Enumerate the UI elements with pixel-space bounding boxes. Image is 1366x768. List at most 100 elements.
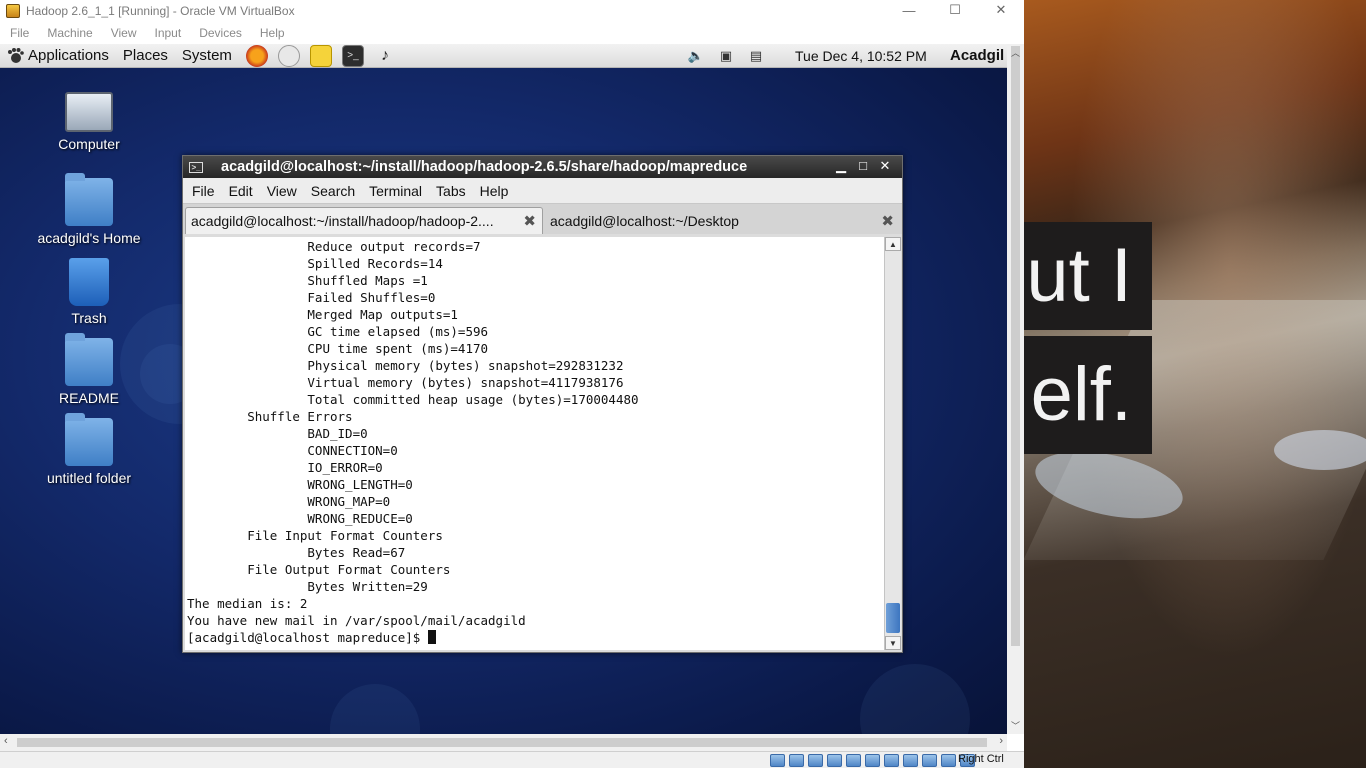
notes-icon[interactable] bbox=[309, 44, 332, 67]
vertical-scroll-thumb[interactable] bbox=[1011, 46, 1020, 646]
network-adapter-icon[interactable] bbox=[827, 754, 842, 767]
virtualbox-titlebar: Hadoop 2.6_1_1 [Running] - Oracle VM Vir… bbox=[0, 0, 1024, 22]
display-icon[interactable] bbox=[884, 754, 899, 767]
virtualbox-statusbar: Right Ctrl bbox=[0, 751, 1024, 768]
scroll-down-arrow[interactable]: ▼ bbox=[885, 636, 901, 650]
tab-close-icon[interactable]: ✖ bbox=[881, 212, 894, 230]
terminal-output-line: Bytes Written=29 bbox=[187, 579, 428, 594]
terminal-output-line: IO_ERROR=0 bbox=[187, 460, 383, 475]
terminal-output-line: Physical memory (bytes) snapshot=2928312… bbox=[187, 358, 624, 373]
wallpaper-quote-line-1: ut I bbox=[1024, 222, 1152, 330]
virtualbox-window: Hadoop 2.6_1_1 [Running] - Oracle VM Vir… bbox=[0, 0, 1024, 768]
terminal-output-line: File Input Format Counters bbox=[187, 528, 443, 543]
term-menu-edit[interactable]: Edit bbox=[229, 183, 253, 199]
system-menu[interactable]: System bbox=[182, 47, 232, 64]
status-device-icons bbox=[770, 754, 979, 767]
tab-close-icon[interactable]: ✖ bbox=[523, 212, 536, 230]
scroll-right-icon[interactable]: › bbox=[999, 735, 1003, 747]
prompt-line: [acadgild@localhost mapreduce]$ bbox=[185, 629, 884, 646]
optical-drive-icon[interactable] bbox=[789, 754, 804, 767]
virtualbox-horizontal-scrollbar[interactable]: ‹ › bbox=[0, 734, 1007, 751]
term-menu-help[interactable]: Help bbox=[480, 183, 509, 199]
terminal-minimize-button[interactable]: ▁ bbox=[830, 158, 852, 174]
terminal-menubar: File Edit View Search Terminal Tabs Help bbox=[183, 178, 902, 204]
network-icon[interactable]: ▣ bbox=[716, 46, 736, 66]
terminal-output-line: GC time elapsed (ms)=596 bbox=[187, 324, 489, 339]
terminal-output-line: File Output Format Counters bbox=[187, 562, 451, 577]
terminal-output-line: WRONG_MAP=0 bbox=[187, 494, 391, 509]
tab-mapreduce[interactable]: acadgild@localhost:~/install/hadoop/hado… bbox=[185, 207, 543, 234]
terminal-maximize-button[interactable]: □ bbox=[852, 158, 874, 174]
panel-clock[interactable]: Tue Dec 4, 10:52 PM bbox=[795, 48, 927, 64]
scroll-down-icon[interactable]: ﹀ bbox=[1011, 719, 1020, 732]
scroll-up-arrow[interactable]: ▲ bbox=[885, 237, 901, 251]
terminal-output-line: BAD_ID=0 bbox=[187, 426, 368, 441]
terminal-icon[interactable]: >_ bbox=[341, 44, 364, 67]
trash-icon bbox=[69, 258, 109, 306]
volume-icon[interactable]: 🔈 bbox=[686, 46, 706, 66]
horizontal-scroll-thumb[interactable] bbox=[17, 738, 987, 747]
term-menu-tabs[interactable]: Tabs bbox=[436, 183, 466, 199]
term-menu-search[interactable]: Search bbox=[311, 183, 355, 199]
hard-disk-icon[interactable] bbox=[770, 754, 785, 767]
terminal-output-line: The median is: 2 bbox=[187, 596, 308, 611]
scroll-thumb[interactable] bbox=[886, 603, 900, 633]
virtualbox-title: Hadoop 2.6_1_1 [Running] - Oracle VM Vir… bbox=[26, 4, 295, 18]
vb-menu-file[interactable]: File bbox=[10, 26, 29, 40]
evolution-icon[interactable] bbox=[277, 44, 300, 67]
panel-user[interactable]: Acadgil bbox=[950, 47, 1004, 64]
mouse-integration-icon[interactable] bbox=[941, 754, 956, 767]
desktop-icon-home[interactable]: acadgild's Home bbox=[19, 173, 159, 246]
vb-menu-devices[interactable]: Devices bbox=[199, 26, 242, 40]
desktop-icon-trash[interactable]: Trash bbox=[19, 258, 159, 326]
desktop-icon-label: Computer bbox=[58, 136, 120, 152]
term-menu-file[interactable]: File bbox=[192, 183, 215, 199]
vb-menu-help[interactable]: Help bbox=[260, 26, 285, 40]
vb-menu-machine[interactable]: Machine bbox=[47, 26, 92, 40]
desktop-icon-computer[interactable]: Computer bbox=[19, 92, 159, 152]
update-icon[interactable]: ▤ bbox=[746, 46, 766, 66]
minimize-button[interactable]: — bbox=[886, 0, 932, 20]
folder-icon bbox=[65, 333, 113, 386]
terminal-titlebar[interactable]: >_ acadgild@localhost:~/install/hadoop/h… bbox=[183, 156, 902, 178]
terminal-output-line: Merged Map outputs=1 bbox=[187, 307, 458, 322]
host-key-label: Right Ctrl bbox=[958, 753, 1004, 765]
shared-folder-icon[interactable] bbox=[865, 754, 880, 767]
wallpaper-quote-line-2: elf. bbox=[1024, 336, 1152, 454]
terminal-close-button[interactable]: ✕ bbox=[874, 158, 896, 174]
desktop-icon-label: README bbox=[59, 390, 119, 406]
terminal-output-line: Failed Shuffles=0 bbox=[187, 290, 436, 305]
terminal-scrollbar[interactable]: ▲ ▼ bbox=[884, 237, 901, 650]
virtualbox-app-icon bbox=[6, 4, 20, 18]
scroll-up-icon[interactable]: ︿ bbox=[1011, 46, 1020, 59]
sound-juicer-icon[interactable]: ♪ bbox=[374, 45, 396, 67]
vb-menu-view[interactable]: View bbox=[111, 26, 137, 40]
terminal-output[interactable]: Reduce output records=7 Spilled Records=… bbox=[185, 237, 884, 650]
close-button[interactable]: ✕ bbox=[978, 0, 1024, 20]
audio-icon[interactable] bbox=[808, 754, 823, 767]
video-capture-icon[interactable] bbox=[903, 754, 918, 767]
virtualbox-vertical-scrollbar[interactable]: ︿ ﹀ bbox=[1007, 44, 1024, 734]
vb-menu-input[interactable]: Input bbox=[155, 26, 182, 40]
places-menu[interactable]: Places bbox=[123, 47, 168, 64]
term-menu-view[interactable]: View bbox=[267, 183, 297, 199]
terminal-output-line: Reduce output records=7 bbox=[187, 239, 481, 254]
term-menu-terminal[interactable]: Terminal bbox=[369, 183, 422, 199]
maximize-button[interactable]: ☐ bbox=[932, 0, 978, 20]
tab-desktop[interactable]: acadgild@localhost:~/Desktop ✖ bbox=[545, 207, 900, 234]
applications-menu[interactable]: Applications bbox=[0, 47, 109, 65]
text-cursor bbox=[427, 630, 436, 644]
computer-icon bbox=[65, 92, 113, 132]
scroll-left-icon[interactable]: ‹ bbox=[4, 735, 8, 747]
terminal-window-icon: >_ bbox=[189, 161, 203, 173]
desktop-icon-untitled-folder[interactable]: untitled folder bbox=[19, 413, 159, 486]
firefox-icon[interactable] bbox=[245, 44, 268, 67]
terminal-output-line: Shuffle Errors bbox=[187, 409, 353, 424]
desktop-icon-label: acadgild's Home bbox=[37, 230, 141, 246]
usb-icon[interactable] bbox=[846, 754, 861, 767]
virtualbox-menubar: File Machine View Input Devices Help bbox=[0, 22, 1024, 44]
system-tray: 🔈 ▣ ▤ bbox=[686, 46, 776, 66]
gnome-foot-icon bbox=[8, 47, 24, 63]
cpu-icon[interactable] bbox=[922, 754, 937, 767]
desktop-icon-readme[interactable]: README bbox=[19, 333, 159, 406]
